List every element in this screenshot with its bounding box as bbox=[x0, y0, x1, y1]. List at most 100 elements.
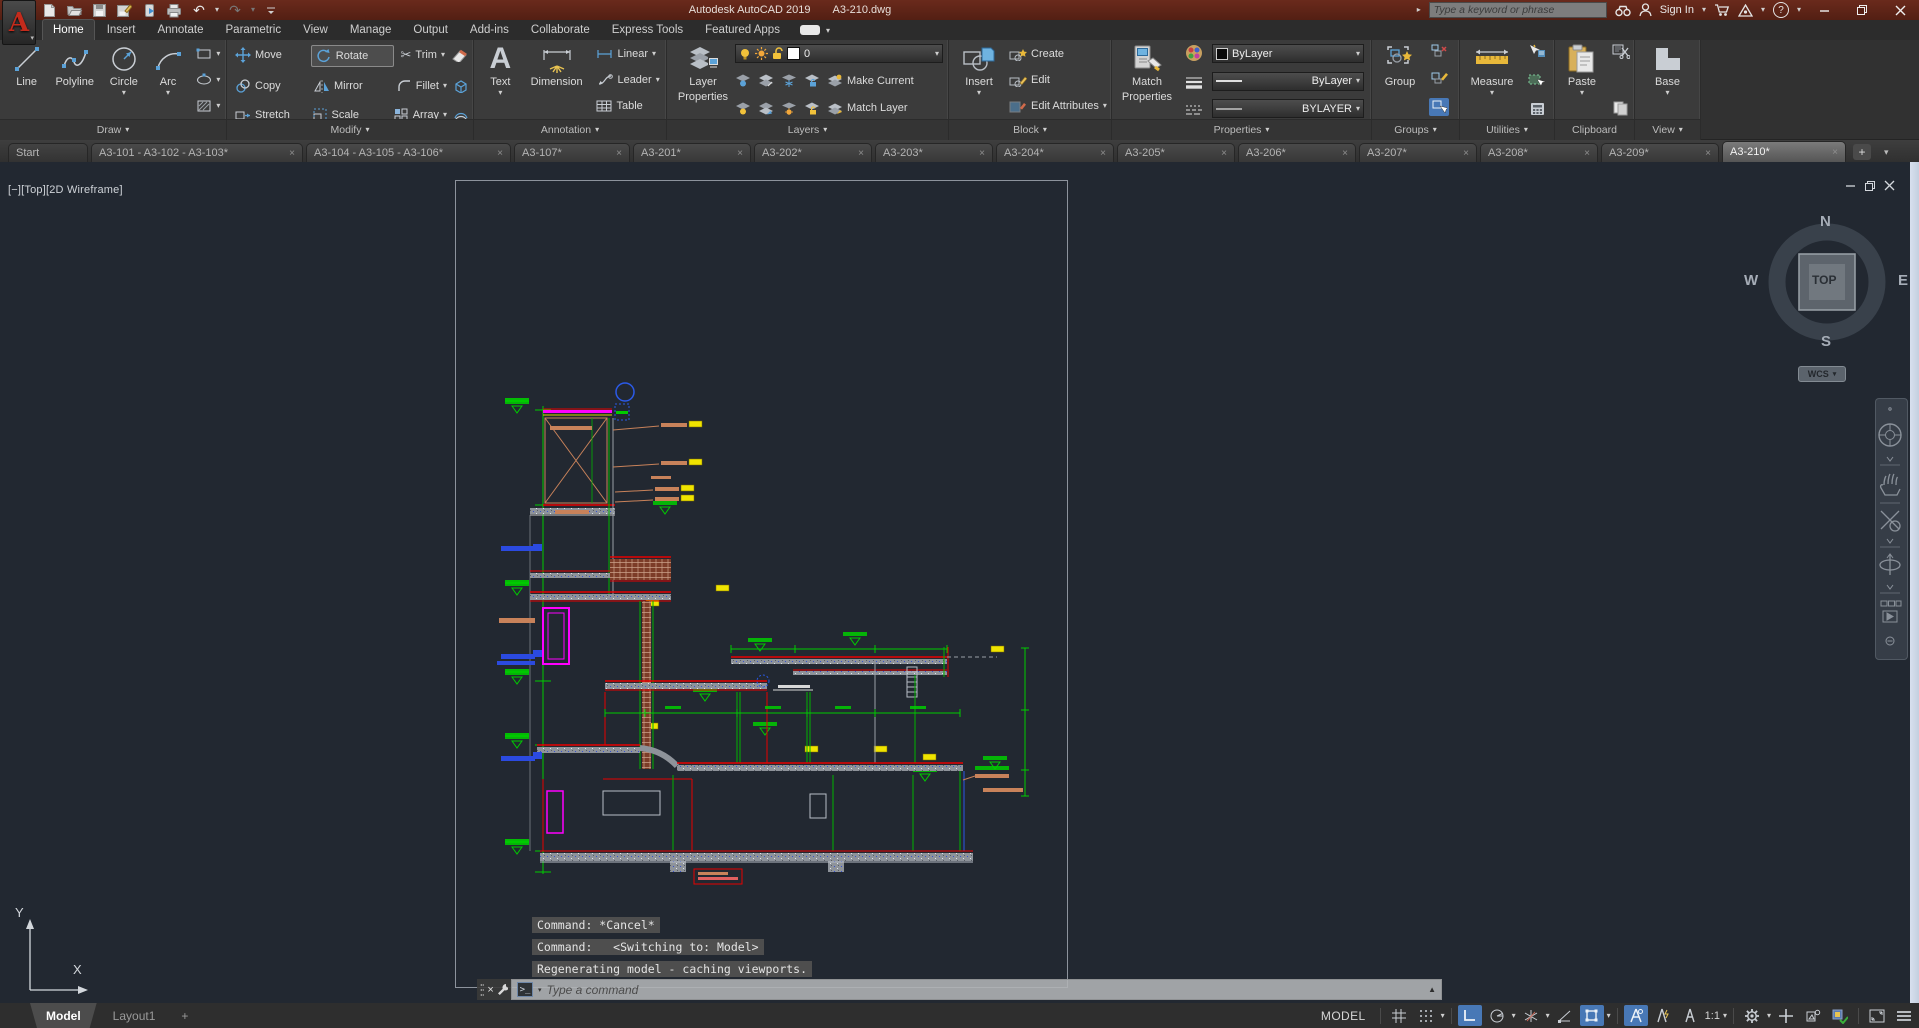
viewport-restore-icon[interactable] bbox=[1864, 180, 1876, 192]
insert-dropdown-icon[interactable]: ▾ bbox=[977, 88, 981, 97]
tab-add-ins[interactable]: Add-ins bbox=[460, 20, 519, 40]
object-color-combo[interactable]: ByLayer ▾ bbox=[1212, 44, 1364, 63]
snap-mode-toggle[interactable] bbox=[1414, 1005, 1438, 1026]
make-current-button[interactable]: Make Current bbox=[827, 71, 914, 91]
measure-dropdown-icon[interactable]: ▾ bbox=[1490, 88, 1494, 97]
polar-dropdown-icon[interactable]: ▾ bbox=[1512, 1011, 1516, 1020]
annotation-scale-icon[interactable] bbox=[1678, 1005, 1702, 1026]
file-tab-a3-205[interactable]: A3-205* × bbox=[1117, 143, 1235, 162]
match-layer-button[interactable]: Match Layer bbox=[827, 98, 908, 118]
arc-button[interactable]: Arc ▾ bbox=[147, 40, 188, 120]
viewcube-south[interactable]: S bbox=[1821, 333, 1831, 350]
move-button[interactable]: Move bbox=[235, 45, 305, 65]
command-line[interactable]: × >_ ▾ Type a command ▲ bbox=[477, 979, 1442, 1000]
linetype-combo[interactable]: BYLAYER ▾ bbox=[1212, 99, 1364, 118]
save-as-icon[interactable] bbox=[115, 2, 133, 18]
layer-properties-button[interactable]: Layer Properties bbox=[673, 40, 733, 120]
base-dropdown-icon[interactable]: ▾ bbox=[1665, 88, 1669, 97]
quick-properties-toggle[interactable] bbox=[1801, 1005, 1825, 1026]
new-file-icon[interactable] bbox=[40, 2, 58, 18]
layout1-tab[interactable]: Layout1 bbox=[97, 1003, 172, 1028]
osnap-dropdown-icon[interactable]: ▾ bbox=[1607, 1011, 1611, 1020]
new-drawing-tab-button[interactable]: + bbox=[1853, 144, 1871, 160]
save-icon[interactable] bbox=[90, 2, 108, 18]
wcs-menu-button[interactable]: WCS ▾ bbox=[1798, 366, 1846, 382]
panel-label-properties[interactable]: Properties ▾ bbox=[1112, 119, 1371, 140]
panel-label-groups[interactable]: Groups ▾ bbox=[1372, 119, 1459, 140]
viewport-close-icon[interactable] bbox=[1884, 180, 1895, 191]
linear-dimension-button[interactable]: Linear ▾ bbox=[596, 44, 656, 64]
panel-label-utilities[interactable]: Utilities ▾ bbox=[1460, 119, 1554, 140]
quick-calculator-icon[interactable] bbox=[1530, 102, 1545, 116]
tab-annotate[interactable]: Annotate bbox=[147, 20, 213, 40]
copy-clip-icon[interactable] bbox=[1613, 101, 1629, 116]
close-tab-icon[interactable]: × bbox=[289, 148, 295, 159]
plot-printer-icon[interactable] bbox=[165, 2, 183, 18]
polar-tracking-toggle[interactable] bbox=[1485, 1005, 1509, 1026]
quick-select-icon[interactable] bbox=[1528, 44, 1546, 58]
redo-icon[interactable]: ↷ bbox=[226, 2, 244, 18]
file-tab-a3-209[interactable]: A3-209* × bbox=[1601, 143, 1719, 162]
layer-on-all-icon[interactable] bbox=[735, 102, 751, 115]
viewcube-top-label[interactable]: TOP bbox=[1812, 273, 1836, 287]
drawing-canvas[interactable]: [−][Top][2D Wireframe] N W E S TOP WCS▾ bbox=[0, 162, 1919, 1003]
erase-button[interactable] bbox=[451, 45, 469, 65]
tab-insert[interactable]: Insert bbox=[97, 20, 146, 40]
annotation-scale-value[interactable]: 1:1 bbox=[1705, 1010, 1720, 1022]
viewcube-north[interactable]: N bbox=[1820, 213, 1831, 230]
sign-in-dropdown-icon[interactable]: ▾ bbox=[1702, 6, 1706, 14]
workspace-switching-gear[interactable] bbox=[1740, 1005, 1764, 1026]
command-dock-grip[interactable] bbox=[480, 983, 485, 997]
file-tab-a3-210-active[interactable]: A3-210* × bbox=[1722, 141, 1846, 162]
close-window-button[interactable] bbox=[1885, 1, 1915, 19]
close-tab-icon[interactable]: × bbox=[1463, 148, 1469, 159]
measure-button[interactable]: Measure ▾ bbox=[1466, 40, 1518, 120]
text-button[interactable]: A Text ▾ bbox=[482, 40, 519, 120]
iso-dropdown-icon[interactable]: ▾ bbox=[1546, 1011, 1550, 1020]
close-tab-icon[interactable]: × bbox=[1832, 147, 1838, 158]
file-tab-a3-206[interactable]: A3-206* × bbox=[1238, 143, 1356, 162]
ellipse-tool-button[interactable]: ▾ bbox=[196, 70, 220, 90]
file-tab-a3-201[interactable]: A3-201* × bbox=[633, 143, 751, 162]
tab-collaborate[interactable]: Collaborate bbox=[521, 20, 600, 40]
autodesk-360-icon[interactable] bbox=[1737, 3, 1753, 17]
layer-isolate-icon[interactable] bbox=[758, 74, 774, 87]
redo-dropdown-icon[interactable]: ▾ bbox=[251, 6, 255, 14]
command-expand-icon[interactable]: ▲ bbox=[1428, 985, 1436, 994]
command-input[interactable]: >_ ▾ Type a command ▲ bbox=[511, 979, 1442, 1000]
line-button[interactable]: Line bbox=[6, 40, 47, 120]
ribbon-display-toggle-icon[interactable] bbox=[799, 25, 820, 35]
linetype-icon[interactable] bbox=[1184, 104, 1204, 116]
close-tab-icon[interactable]: × bbox=[497, 148, 503, 159]
file-tab-a3-203[interactable]: A3-203* × bbox=[875, 143, 993, 162]
panel-label-view[interactable]: View ▾ bbox=[1635, 119, 1700, 140]
file-tab-a3-202[interactable]: A3-202* × bbox=[754, 143, 872, 162]
panel-label-modify[interactable]: Modify ▾ bbox=[227, 119, 473, 140]
isometric-drafting-toggle[interactable] bbox=[1519, 1005, 1543, 1026]
viewcube[interactable]: N W E S TOP bbox=[1744, 213, 1908, 350]
share-mobile-icon[interactable] bbox=[140, 2, 158, 18]
group-selection-toggle[interactable] bbox=[1429, 98, 1449, 116]
minimize-window-button[interactable] bbox=[1809, 1, 1839, 19]
undo-icon[interactable]: ↶ bbox=[190, 2, 208, 18]
snap-dropdown-icon[interactable]: ▾ bbox=[1441, 1011, 1445, 1020]
close-tab-icon[interactable]: × bbox=[616, 148, 622, 159]
open-folder-icon[interactable] bbox=[65, 2, 83, 18]
annotation-monitor-toggle[interactable] bbox=[1774, 1005, 1798, 1026]
explode-button[interactable] bbox=[453, 76, 469, 96]
paste-dropdown-icon[interactable]: ▾ bbox=[1580, 88, 1584, 97]
file-tab-a3-107[interactable]: A3-107* × bbox=[514, 143, 630, 162]
layer-freeze-icon[interactable] bbox=[781, 74, 797, 87]
tab-overflow-icon[interactable]: ▾ bbox=[1884, 147, 1889, 158]
close-tab-icon[interactable]: × bbox=[1342, 148, 1348, 159]
tab-view[interactable]: View bbox=[293, 20, 338, 40]
text-dropdown-icon[interactable]: ▾ bbox=[498, 88, 502, 97]
tab-featured-apps[interactable]: Featured Apps bbox=[695, 20, 790, 40]
circle-dropdown-icon[interactable]: ▾ bbox=[122, 88, 126, 97]
group-edit-icon[interactable] bbox=[1431, 71, 1448, 85]
viewcube-west[interactable]: W bbox=[1744, 272, 1758, 289]
ortho-mode-toggle[interactable] bbox=[1457, 1005, 1482, 1026]
file-tab-a3-204[interactable]: A3-204* × bbox=[996, 143, 1114, 162]
panel-label-clipboard[interactable]: Clipboard bbox=[1555, 119, 1634, 140]
fast-select-icon[interactable] bbox=[1528, 73, 1546, 87]
